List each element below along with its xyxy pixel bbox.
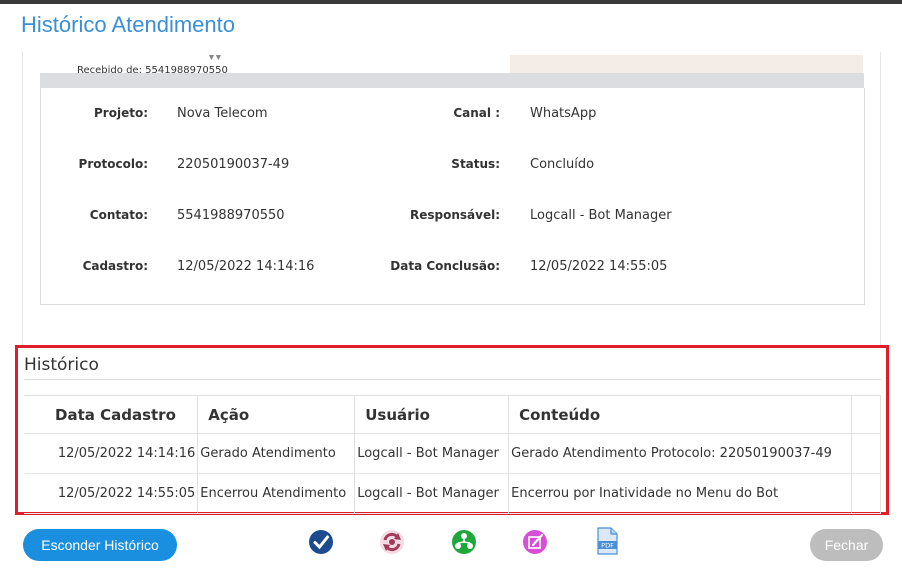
history-header-row: Data Cadastro Ação Usuário Conteúdo	[24, 395, 881, 434]
row-date: 12/05/2022 14:55:05	[24, 473, 199, 514]
left-panel-edge	[0, 52, 23, 352]
attendance-info-panel: Projeto: Nova Telecom Canal : WhatsApp P…	[40, 88, 865, 305]
hide-history-button[interactable]: Esconder Histórico	[23, 529, 177, 561]
history-title: Histórico	[24, 355, 99, 375]
column-header-content[interactable]: Conteúdo	[508, 395, 853, 434]
contact-value: 5541988970550	[177, 208, 285, 223]
close-button[interactable]: Fechar	[810, 529, 883, 561]
network-users-icon[interactable]	[451, 529, 477, 555]
row-extra	[851, 433, 881, 474]
pdf-icon-label: PDF	[601, 542, 614, 550]
check-circle-icon[interactable]	[308, 529, 334, 555]
column-header-extra	[851, 395, 881, 434]
row-action: Encerrou Atendimento	[197, 473, 356, 514]
responsible-label: Responsável:	[409, 208, 500, 222]
created-label: Cadastro:	[82, 259, 148, 273]
row-content: Encerrou por Inatividade no Menu do Bot	[508, 473, 853, 514]
row-action: Gerado Atendimento	[197, 433, 356, 474]
protocol-value: 22050190037-49	[177, 157, 290, 172]
completion-date-label: Data Conclusão:	[390, 259, 500, 273]
channel-value: WhatsApp	[530, 106, 597, 121]
transfer-cycle-icon[interactable]	[379, 529, 405, 555]
row-extra	[851, 473, 881, 514]
project-value: Nova Telecom	[177, 106, 268, 121]
history-table: Data Cadastro Ação Usuário Conteúdo 12/0…	[24, 395, 881, 514]
message-preview: ▼▼ Recebido de: 5541988970550	[40, 55, 863, 75]
window-top-border	[0, 0, 902, 4]
table-row: 12/05/2022 14:55:05 Encerrou Atendimento…	[24, 473, 881, 514]
completion-date-value: 12/05/2022 14:55:05	[530, 259, 668, 274]
right-panel-edge	[880, 52, 881, 352]
column-header-user[interactable]: Usuário	[354, 395, 510, 434]
table-row: 12/05/2022 14:14:16 Gerado Atendimento L…	[24, 433, 881, 474]
row-user: Logcall - Bot Manager	[354, 473, 510, 514]
created-value: 12/05/2022 14:14:16	[177, 259, 315, 274]
responsible-value: Logcall - Bot Manager	[530, 208, 672, 223]
row-user: Logcall - Bot Manager	[354, 433, 510, 474]
status-value: Concluído	[530, 157, 595, 172]
project-label: Projeto:	[94, 106, 148, 120]
row-date: 12/05/2022 14:14:16	[24, 433, 199, 474]
history-divider	[24, 379, 881, 380]
row-content: Gerado Atendimento Protocolo: 2205019003…	[508, 433, 853, 474]
scroll-arrows-icon: ▼▼	[208, 55, 222, 62]
preview-scrollbar[interactable]	[40, 73, 864, 88]
column-header-action[interactable]: Ação	[197, 395, 356, 434]
dialog-title: Histórico Atendimento	[21, 12, 235, 37]
column-header-date[interactable]: Data Cadastro	[24, 395, 199, 434]
pdf-file-icon[interactable]: PDF	[595, 527, 619, 555]
protocol-label: Protocolo:	[78, 157, 148, 171]
status-label: Status:	[451, 157, 500, 171]
contact-label: Contato:	[89, 208, 148, 222]
channel-label: Canal :	[453, 106, 500, 120]
edit-note-icon[interactable]	[522, 529, 548, 555]
